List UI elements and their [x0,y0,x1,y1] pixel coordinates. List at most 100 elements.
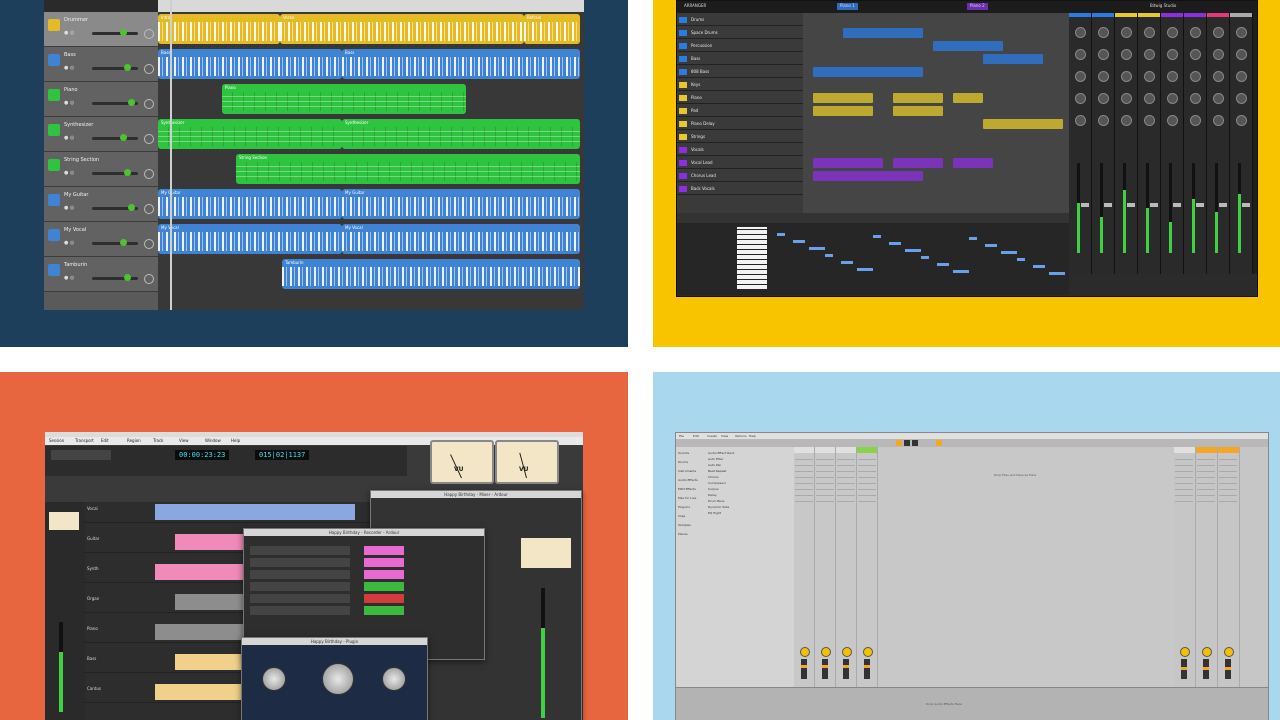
volume-slider[interactable] [92,239,138,246]
browser-item[interactable]: Corpus [708,487,719,491]
menu-item[interactable]: View [721,434,728,438]
volume-fader[interactable] [1219,203,1227,207]
region[interactable]: My Vocal [342,224,580,254]
menu-item[interactable]: Options [735,434,747,438]
send-knob[interactable] [1167,93,1178,104]
midi-note[interactable] [1017,258,1025,261]
midi-note[interactable] [857,268,873,271]
menu-item[interactable]: Edit [693,434,699,438]
arranger-clip[interactable] [843,28,923,38]
record-button[interactable] [912,440,918,446]
send-knob[interactable] [1121,71,1132,82]
send-knob[interactable] [1144,49,1155,60]
arranger-clip[interactable] [983,54,1043,64]
stop-button[interactable] [904,440,910,446]
track-header[interactable]: Tamburin ● ◎ [44,257,158,292]
volume-fader[interactable] [1127,203,1135,207]
volume-fader[interactable] [1104,203,1112,207]
mute-solo-buttons[interactable]: ● ◎ [64,135,74,141]
volume-slider-knob[interactable] [120,134,127,141]
send-knob[interactable] [1121,27,1132,38]
arranger-clip[interactable] [893,106,943,116]
send-knob[interactable] [1236,49,1247,60]
mute-solo-buttons[interactable]: ● ◎ [64,30,74,36]
menu-item[interactable]: Region [127,438,141,443]
clip-slot[interactable] [1219,496,1237,502]
return-knob[interactable] [1180,647,1190,657]
track-knob[interactable] [842,647,852,657]
arranger-clip[interactable] [813,106,873,116]
volume-slider-knob[interactable] [128,204,135,211]
pan-knob[interactable] [144,274,154,284]
send-knob[interactable] [1236,71,1247,82]
volume-fader[interactable] [1150,203,1158,207]
menu-item[interactable]: Help [231,438,240,443]
track-title[interactable] [836,447,856,453]
volume-slider[interactable] [92,204,138,211]
playhead[interactable] [170,0,172,310]
browser-item[interactable]: Delay [708,493,717,497]
secondary-clock[interactable]: 015|02|1137 [255,450,310,460]
volume-fader[interactable] [1081,203,1089,207]
clip-slot[interactable] [858,496,876,502]
pan-knob[interactable] [144,99,154,109]
volume-slider[interactable] [92,99,138,106]
midi-note[interactable] [953,270,969,273]
volume-fader[interactable] [864,659,870,679]
drive-knob[interactable] [322,663,354,695]
tab-arranger[interactable]: ARRANGER [681,3,709,10]
send-knob[interactable] [1167,49,1178,60]
track-header[interactable]: My Guitar ● ◎ [44,187,158,222]
track-row[interactable]: Vocal [85,502,405,523]
menu-item[interactable]: Track [153,438,163,443]
volume-slider-knob[interactable] [120,239,127,246]
track-header[interactable]: 808 Bass [677,67,803,78]
midi-note[interactable] [777,233,785,236]
arranger-area[interactable] [803,13,1069,213]
region[interactable]: Refrain [524,14,580,44]
mute-solo-buttons[interactable]: ● ◎ [64,240,74,246]
volume-slider[interactable] [92,64,138,71]
volume-fader[interactable] [843,659,849,679]
send-knob[interactable] [1075,71,1086,82]
audio-region[interactable] [155,504,355,520]
midi-note[interactable] [1033,265,1045,268]
arranger-clip[interactable] [953,93,983,103]
menu-item[interactable]: Transport [75,438,94,443]
send-knob[interactable] [1236,93,1247,104]
session-view[interactable]: Drop Files and Devices Here [794,447,1174,687]
volume-slider[interactable] [92,29,138,36]
return-knob[interactable] [1224,647,1234,657]
region[interactable]: My Guitar [158,189,342,219]
pan-knob[interactable] [144,239,154,249]
clip-slot[interactable] [837,496,855,502]
tab-piano-1[interactable]: Piano 1 [837,3,858,10]
send-knob[interactable] [1190,71,1201,82]
track-header[interactable]: String Section ● ◎ [44,152,158,187]
mute-solo-buttons[interactable]: ● ◎ [64,205,74,211]
send-knob[interactable] [1213,27,1224,38]
send-knob[interactable] [1213,71,1224,82]
send-knob[interactable] [1144,93,1155,104]
midi-note[interactable] [809,247,825,250]
menu-item[interactable]: Window [205,438,221,443]
pan-knob[interactable] [144,29,154,39]
midi-note[interactable] [841,261,853,264]
send-knob[interactable] [1213,49,1224,60]
send-knob[interactable] [1213,93,1224,104]
track-title[interactable] [857,447,877,453]
arranger-clip[interactable] [893,158,943,168]
track-header[interactable]: Piano [677,93,803,104]
track-header[interactable]: Pad [677,106,803,117]
tab-piano-2[interactable]: Piano 2 [967,3,988,10]
arranger-clip[interactable] [893,93,943,103]
track-header[interactable]: My Vocal ● ◎ [44,222,158,257]
browser-item[interactable]: Auto Filter [708,457,723,461]
send-knob[interactable] [1075,115,1086,126]
region[interactable]: My Guitar [342,189,580,219]
browser-item[interactable]: Beat Repeat [708,469,726,473]
record-lane[interactable] [364,546,404,555]
send-knob[interactable] [1144,115,1155,126]
menu-item[interactable]: Help [749,434,756,438]
track-header[interactable]: Vocals [677,145,803,156]
